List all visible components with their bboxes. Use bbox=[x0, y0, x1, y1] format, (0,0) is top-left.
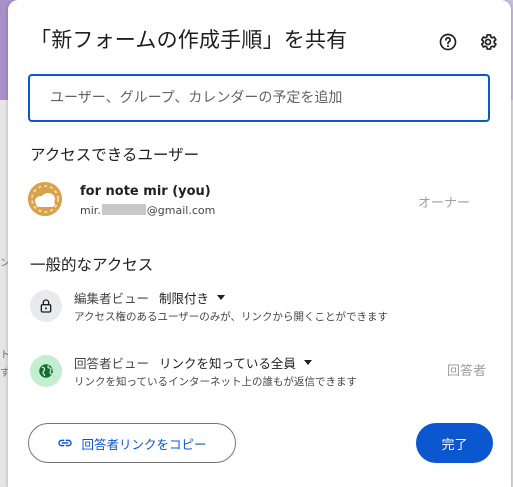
general-access-title: 一般的なアクセス bbox=[30, 256, 154, 274]
chevron-down-icon bbox=[217, 295, 226, 300]
done-button[interactable]: 完了 bbox=[416, 423, 493, 463]
editor-access-description: アクセス権のあるユーザーのみが、リンクから開くことができます bbox=[74, 311, 389, 323]
globe-icon bbox=[30, 355, 62, 387]
add-people-input[interactable] bbox=[30, 76, 488, 120]
lock-icon bbox=[30, 290, 62, 322]
link-icon bbox=[58, 439, 73, 447]
share-dialog: 「新フォームの作成手順」を共有 アクセスできるユーザー for note mir bbox=[8, 0, 511, 487]
user-email-prefix: mir. bbox=[80, 204, 101, 217]
editor-access-selected: 制限付き bbox=[159, 291, 210, 306]
user-role-owner: オーナー bbox=[417, 196, 470, 211]
user-name: for note mir (you) bbox=[80, 184, 211, 199]
respondent-access-label: 回答者ビュー リンクを知っている全員 bbox=[74, 353, 312, 372]
cloud-avatar-icon bbox=[28, 182, 62, 216]
settings-button[interactable] bbox=[476, 30, 500, 54]
respondent-access-row: 回答者ビュー リンクを知っている全員 リンクを知っているインターネット上の誰もが… bbox=[28, 355, 498, 399]
respondent-access-selected: リンクを知っている全員 bbox=[159, 356, 296, 371]
dialog-title: 「新フォームの作成手順」を共有 bbox=[30, 28, 348, 52]
editor-access-label: 編集者ビュー 制限付き bbox=[74, 288, 226, 307]
respondent-access-description: リンクを知っているインターネット上の誰もが返信できます bbox=[74, 376, 357, 388]
help-button[interactable] bbox=[436, 30, 460, 54]
user-row: for note mir (you) mir. @gmail.com オーナー bbox=[26, 180, 496, 224]
people-section-title: アクセスできるユーザー bbox=[30, 146, 200, 164]
help-circle-icon bbox=[439, 33, 457, 51]
copy-link-label: 回答者リンクをコピー bbox=[81, 436, 207, 452]
respondent-view-label: 回答者ビュー bbox=[74, 356, 150, 371]
email-redaction bbox=[101, 204, 146, 215]
editor-access-row: 編集者ビュー 制限付き アクセス権のあるユーザーのみが、リンクから開くことができ… bbox=[28, 290, 498, 334]
user-email: mir. @gmail.com bbox=[80, 204, 215, 217]
editor-view-label: 編集者ビュー bbox=[74, 291, 150, 306]
chevron-down-icon bbox=[303, 360, 312, 365]
respondent-access-dropdown[interactable]: リンクを知っている全員 bbox=[159, 353, 312, 372]
respondent-role: 回答者 bbox=[446, 364, 486, 379]
editor-access-dropdown[interactable]: 制限付き bbox=[159, 288, 226, 307]
gear-icon bbox=[480, 34, 497, 50]
copy-respondent-link-button[interactable]: 回答者リンクをコピー bbox=[28, 423, 236, 463]
user-email-suffix: @gmail.com bbox=[146, 204, 216, 217]
add-people-field[interactable] bbox=[28, 74, 490, 122]
